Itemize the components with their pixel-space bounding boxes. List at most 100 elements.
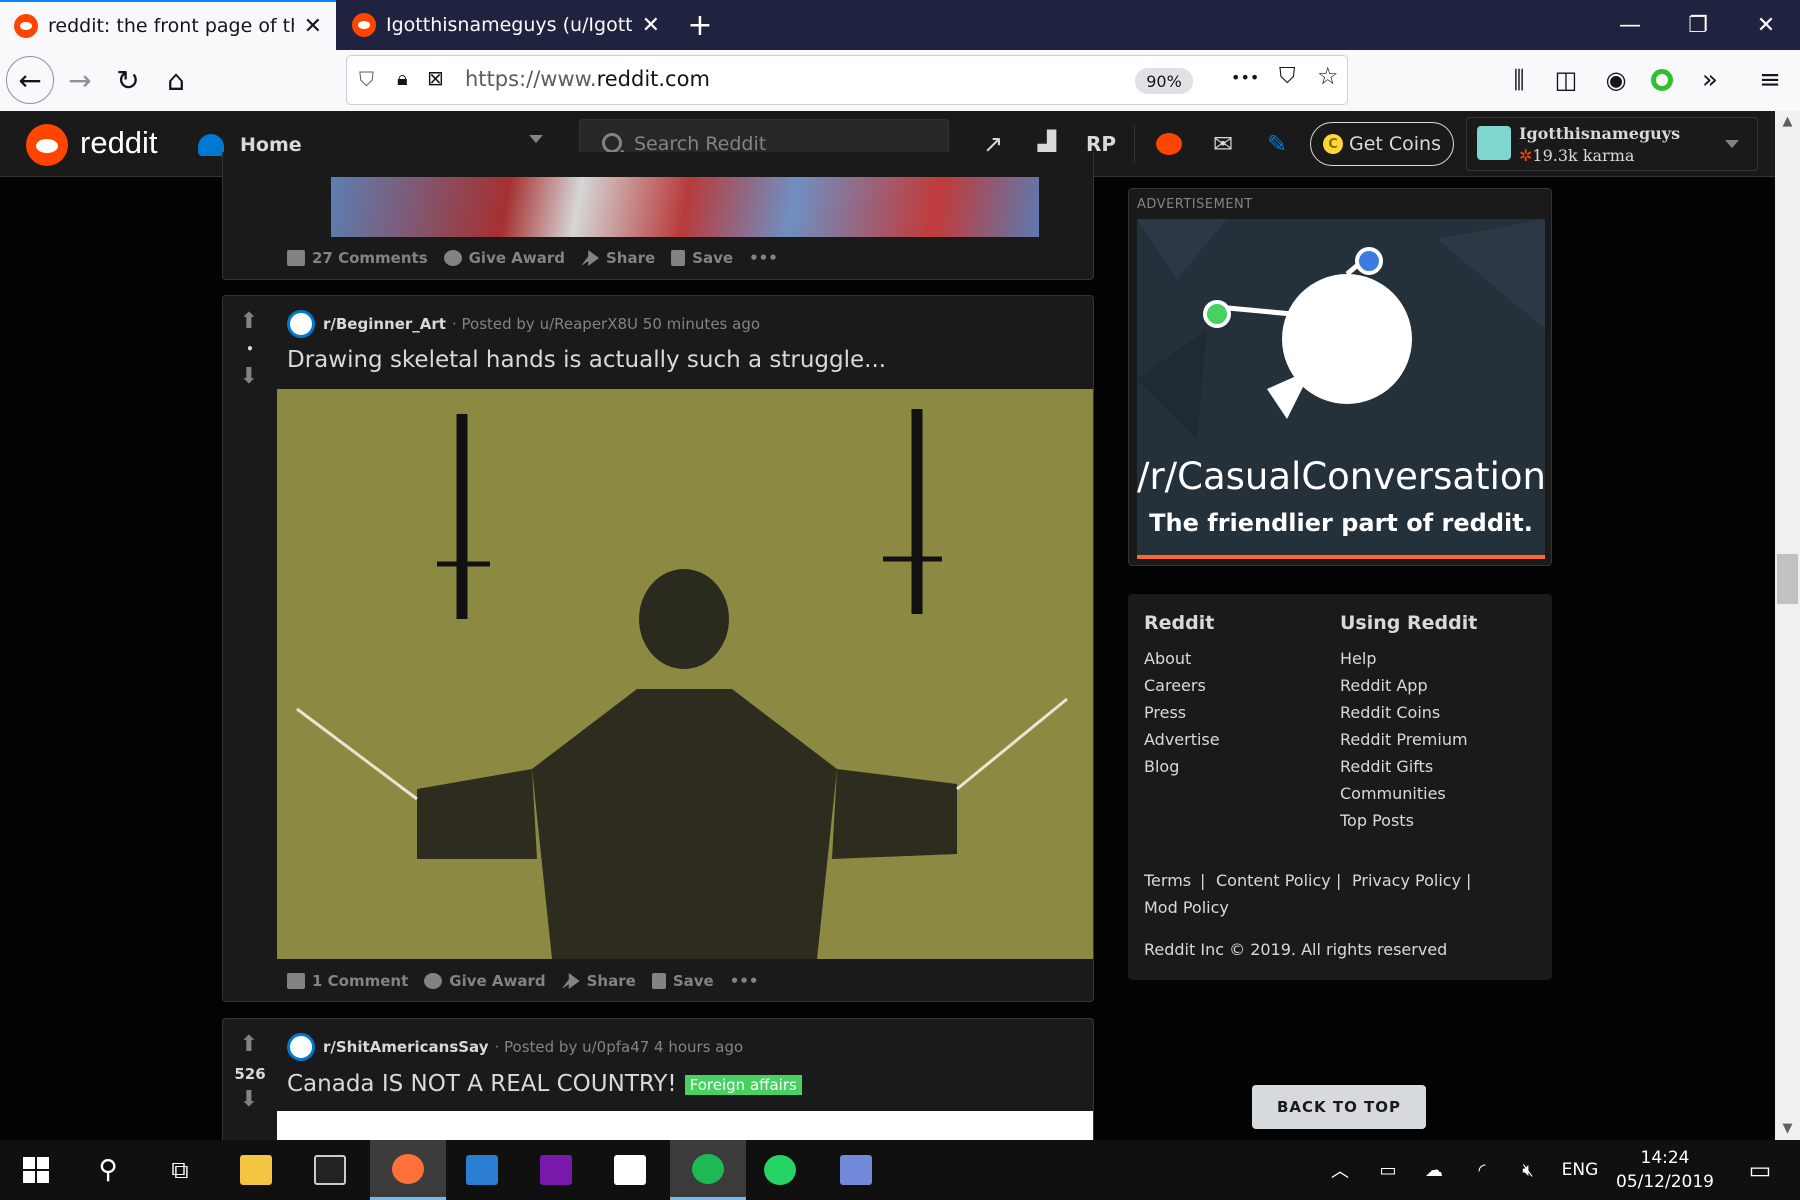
onedrive-icon[interactable]: ☁ (1414, 1140, 1454, 1200)
zoom-indicator[interactable]: 90% (1135, 68, 1193, 94)
whatsapp-icon[interactable] (744, 1140, 816, 1200)
footer-link-privacy-policy[interactable]: Privacy Policy (1352, 871, 1461, 890)
footer-link-press[interactable]: Press (1144, 703, 1186, 722)
comments-button[interactable]: 1 Comment (287, 972, 408, 990)
back-button[interactable]: ← (6, 56, 54, 104)
ad-banner[interactable]: /r/CasualConversation The friendlier par… (1137, 219, 1545, 559)
post-card[interactable]: ⬆ 526 ⬇ r/ShitAmericansSay · Posted by u… (222, 1018, 1094, 1140)
footer-link-reddit-gifts[interactable]: Reddit Gifts (1340, 757, 1433, 776)
file-explorer-icon[interactable] (220, 1140, 292, 1200)
minimize-button[interactable]: — (1600, 0, 1660, 50)
footer-link-blog[interactable]: Blog (1144, 757, 1179, 776)
create-post-icon[interactable]: ✎ (1260, 127, 1294, 161)
forward-button[interactable]: → (56, 56, 104, 104)
footer-link-reddit-premium[interactable]: Reddit Premium (1340, 730, 1468, 749)
wifi-icon[interactable]: ◜ (1462, 1140, 1502, 1200)
footer-link-about[interactable]: About (1144, 649, 1191, 668)
share-button[interactable]: Share (561, 972, 636, 990)
task-view-icon[interactable]: ⧉ (144, 1140, 216, 1200)
notifications-icon[interactable]: ▭ (1730, 1140, 1790, 1200)
battery-icon[interactable]: ▭ (1368, 1140, 1408, 1200)
upvote-icon[interactable]: ⬆ (238, 1034, 260, 1056)
footer-link-mod-policy[interactable]: Mod Policy (1144, 898, 1229, 917)
shield-icon[interactable]: ⛉ (359, 67, 374, 91)
page-actions-icon[interactable]: ••• (1231, 68, 1259, 87)
subreddit-icon[interactable] (287, 1033, 315, 1061)
sidebar-icon[interactable]: ◫ (1542, 56, 1590, 104)
footer-link-advertise[interactable]: Advertise (1144, 730, 1220, 749)
close-window-button[interactable]: ✕ (1736, 0, 1796, 50)
get-coins-button[interactable]: C Get Coins (1310, 122, 1454, 166)
restore-button[interactable]: ❐ (1668, 0, 1728, 50)
reddit-logo-icon[interactable] (26, 124, 68, 166)
overflow-menu-icon[interactable]: » (1686, 56, 1734, 104)
terminal-icon[interactable] (294, 1140, 366, 1200)
firefox-icon[interactable] (370, 1140, 446, 1200)
language-indicator[interactable]: ENG (1556, 1140, 1604, 1200)
account-icon[interactable]: ◉ (1592, 56, 1640, 104)
post-image[interactable] (277, 389, 1093, 959)
share-button[interactable]: Share (580, 249, 655, 267)
back-to-top-button[interactable]: BACK TO TOP (1252, 1085, 1426, 1129)
post-title[interactable]: Drawing skeletal hands is actually such … (287, 347, 886, 373)
downvote-icon[interactable]: ⬇ (238, 366, 260, 388)
close-tab-icon[interactable]: ✕ (642, 13, 660, 38)
scroll-down-icon[interactable]: ▼ (1775, 1118, 1800, 1140)
save-button[interactable]: Save (671, 249, 733, 267)
footer-link-careers[interactable]: Careers (1144, 676, 1206, 695)
hamburger-menu-icon[interactable]: ≡ (1746, 56, 1794, 104)
tab-reddit-front-page[interactable]: reddit: the front page of the int ✕ (0, 0, 336, 50)
home-icon[interactable]: ⌂ (152, 56, 200, 104)
comments-button[interactable]: 27 Comments (287, 249, 428, 267)
footer-link-content-policy[interactable]: Content Policy (1216, 871, 1331, 890)
more-options-icon[interactable]: ••• (730, 972, 759, 990)
footer-link-top-posts[interactable]: Top Posts (1340, 811, 1414, 830)
post-card[interactable]: 27 Comments Give Award Share Save ••• (222, 152, 1094, 280)
volume-muted-icon[interactable]: 🔇︎ (1508, 1140, 1548, 1200)
give-award-button[interactable]: Give Award (424, 972, 546, 990)
downvote-icon[interactable]: ⬇ (238, 1089, 260, 1111)
spotify-icon[interactable] (670, 1140, 746, 1200)
footer-link-reddit-coins[interactable]: Reddit Coins (1340, 703, 1440, 722)
chat-icon[interactable] (1152, 127, 1186, 161)
post-image[interactable] (331, 177, 1039, 237)
upvote-icon[interactable]: ⬆ (238, 311, 260, 333)
scrollbar-thumb[interactable] (1777, 554, 1798, 604)
tray-chevron-up-icon[interactable]: ︿ (1322, 1140, 1358, 1200)
page-scrollbar[interactable]: ▲ ▼ (1775, 111, 1800, 1140)
bookmark-star-icon[interactable]: ☆ (1317, 62, 1339, 90)
subreddit-icon[interactable] (287, 310, 315, 338)
clock[interactable]: 14:24 05/12/2019 (1600, 1146, 1730, 1194)
subreddit-link[interactable]: r/Beginner_Art (323, 315, 446, 333)
start-button[interactable] (0, 1140, 72, 1200)
reload-button[interactable]: ↻ (104, 56, 152, 104)
post-title[interactable]: Canada IS NOT A REAL COUNTRY! Foreign aff… (287, 1071, 802, 1097)
discord-icon[interactable] (820, 1140, 892, 1200)
url-bar[interactable]: ⛉ 🔒︎ ⊠ https://www.reddit.com 90% ••• ⛉ … (346, 55, 1348, 105)
onenote-icon[interactable] (520, 1140, 592, 1200)
tab-user-profile[interactable]: Igotthisnameguys (u/Igotthisna ✕ (338, 0, 674, 50)
search-icon[interactable]: ⚲ (72, 1140, 144, 1200)
footer-link-terms[interactable]: Terms (1144, 871, 1191, 890)
pocket-icon[interactable]: ⛉ (1279, 64, 1296, 89)
scroll-up-icon[interactable]: ▲ (1775, 111, 1800, 133)
lock-icon[interactable]: 🔒︎ (397, 66, 408, 90)
user-dropdown[interactable]: Igotthisnameguys ✲19.3k karma (1466, 117, 1758, 171)
post-image[interactable] (277, 1111, 1093, 1140)
library-icon[interactable]: ⫼ (1495, 56, 1543, 104)
post-card[interactable]: ⬆ • ⬇ r/Beginner_Art · Posted by u/Reape… (222, 295, 1094, 1002)
posted-by[interactable]: · Posted by u/ReaperX8U 50 minutes ago (452, 315, 760, 333)
footer-link-communities[interactable]: Communities (1340, 784, 1446, 803)
word-icon[interactable] (446, 1140, 518, 1200)
close-tab-icon[interactable]: ✕ (304, 14, 322, 39)
mail-icon[interactable]: ✉ (1206, 127, 1240, 161)
posted-by[interactable]: · Posted by u/0pfa47 4 hours ago (494, 1038, 743, 1056)
subreddit-link[interactable]: r/ShitAmericansSay (323, 1038, 488, 1056)
extension-icon[interactable] (1638, 56, 1686, 104)
url-text[interactable]: https://www.reddit.com (465, 67, 710, 91)
save-button[interactable]: Save (651, 972, 714, 990)
calculator-icon[interactable] (594, 1140, 666, 1200)
reddit-wordmark[interactable]: reddit (80, 125, 158, 161)
footer-link-reddit-app[interactable]: Reddit App (1340, 676, 1428, 695)
footer-link-help[interactable]: Help (1340, 649, 1376, 668)
